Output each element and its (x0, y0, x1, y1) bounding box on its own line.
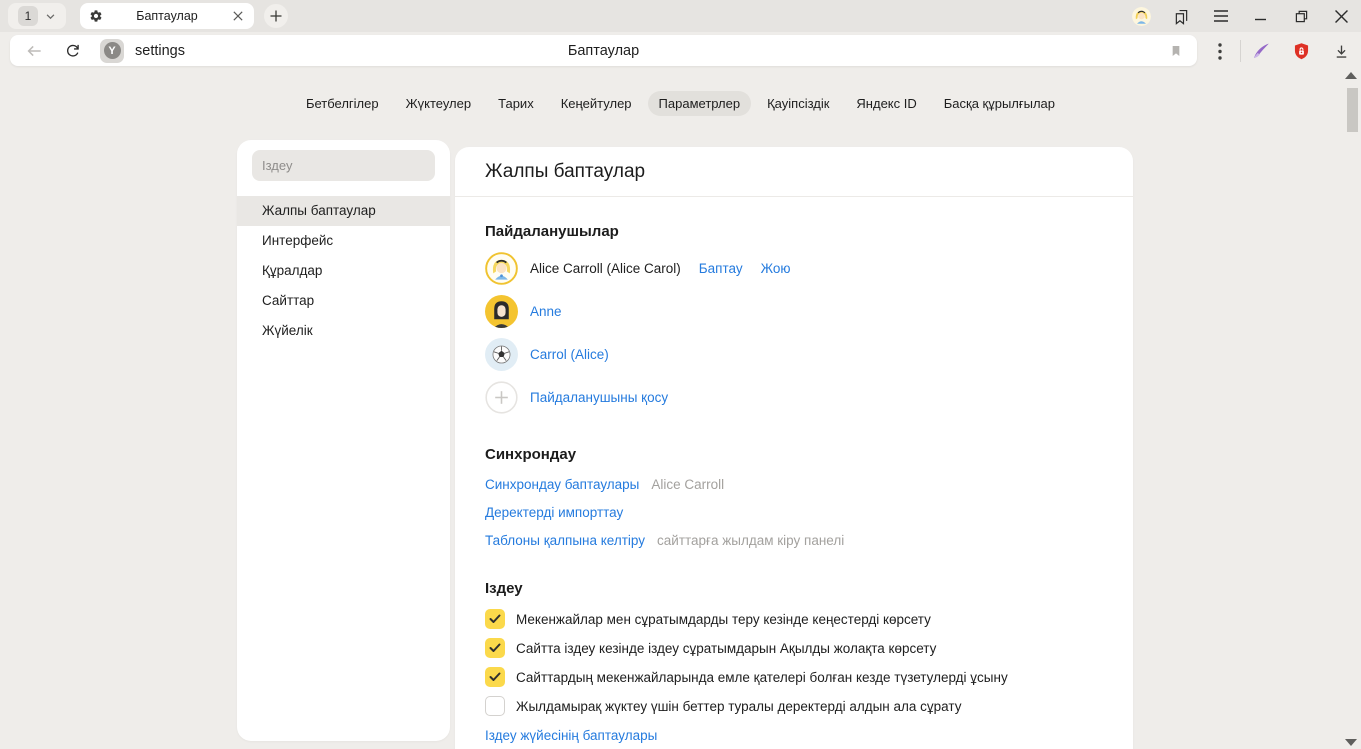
settings-sidebar: Жалпы баптауларИнтерфейсҚұралдарСайттарЖ… (237, 140, 450, 741)
restore-icon[interactable] (1281, 0, 1321, 32)
woman-avatar-icon (485, 295, 518, 328)
user-list: Alice Carroll (Alice Carol) Баптау Жою Anne… (485, 252, 1103, 414)
new-tab-button[interactable] (264, 4, 288, 28)
soccer-ball-avatar-icon (485, 338, 518, 371)
nav-tab[interactable]: Кеңейтулер (550, 91, 643, 116)
settings-page: БетбелгілерЖүктеулерТарихКеңейтулерПарам… (0, 70, 1361, 749)
more-dots-icon[interactable] (1200, 32, 1240, 70)
pen-icon[interactable] (1241, 32, 1281, 70)
chevron-down-icon (45, 11, 56, 22)
settings-content: Жалпы баптаулар Пайдаланушылар Alice Car… (455, 147, 1133, 749)
users-section-title: Пайдаланушылар (485, 223, 1103, 240)
checkbox-list: Мекенжайлар мен сұратымдарды теру кезінд… (485, 609, 1103, 716)
user-action-link[interactable]: Жою (761, 261, 791, 276)
user-name: Alice Carroll (Alice Carol) (530, 261, 681, 276)
user-name[interactable]: Пайдаланушыны қосу (530, 390, 668, 405)
profile-avatar-image (1132, 7, 1151, 26)
gear-icon (89, 9, 103, 23)
sync-row: Деректерді импорттау (485, 505, 1103, 520)
back-icon[interactable] (24, 41, 44, 61)
close-icon[interactable] (1321, 0, 1361, 32)
browser-tab[interactable]: Баптаулар (80, 3, 254, 29)
checkbox-row: Жылдамырақ жүктеу үшін беттер туралы дер… (485, 696, 1103, 716)
sidebar-item[interactable]: Сайттар (237, 286, 450, 316)
sync-link[interactable]: Таблоны қалпына келтіру (485, 533, 645, 548)
search-section-title: Іздеу (485, 580, 1103, 597)
address-bar[interactable]: Y settings Баптаулар (10, 35, 1197, 66)
nav-tab[interactable]: Жүктеулер (395, 91, 483, 116)
site-badge: Y (100, 39, 124, 63)
profile-avatar[interactable] (1121, 0, 1161, 32)
checkbox-unchecked-icon[interactable] (485, 696, 505, 716)
checkbox-label: Жылдамырақ жүктеу үшін беттер туралы дер… (516, 699, 961, 714)
search-engine-settings-link[interactable]: Іздеу жүйесінің баптаулары (485, 728, 657, 743)
sync-link[interactable]: Деректерді импорттау (485, 505, 623, 520)
checkbox-checked-icon[interactable] (485, 638, 505, 658)
nav-tab[interactable]: Параметрлер (648, 91, 752, 116)
sidebar-item[interactable]: Құралдар (237, 256, 450, 286)
collections-icon[interactable] (1161, 0, 1201, 32)
scroll-up-arrow[interactable] (1345, 72, 1357, 79)
download-icon[interactable] (1321, 32, 1361, 70)
user-row: Carrol (Alice) (485, 338, 1103, 371)
nav-tab[interactable]: Яндекс ID (845, 91, 927, 116)
search-input[interactable] (252, 150, 435, 181)
sync-row: Синхрондау баптаулары Alice Carroll (485, 477, 1103, 492)
user-row: Anne (485, 295, 1103, 328)
sidebar-item[interactable]: Интерфейс (237, 226, 450, 256)
user-name[interactable]: Carrol (Alice) (530, 347, 609, 362)
search-section: Іздеу Мекенжайлар мен сұратымдарды теру … (455, 580, 1133, 745)
user-name[interactable]: Anne (530, 304, 562, 319)
page-title: Жалпы баптаулар (455, 147, 1133, 197)
settings-nav-tabs: БетбелгілерЖүктеулерТарихКеңейтулерПарам… (0, 70, 1361, 116)
sync-section: Синхрондау Синхрондау баптаулары Alice Ca… (455, 446, 1133, 548)
sidebar-item[interactable]: Жүйелік (237, 316, 450, 346)
checkbox-label: Сайттардың мекенжайларында емле қателері… (516, 670, 1008, 685)
sync-row: Таблоны қалпына келтіру сайттарға жылдам … (485, 533, 1103, 548)
sync-note: сайттарға жылдам кіру панелі (657, 533, 844, 548)
tab-counter-button[interactable]: 1 (8, 3, 66, 29)
checkbox-row: Сайттардың мекенжайларында емле қателері… (485, 667, 1103, 687)
users-section: Пайдаланушылар Alice Carroll (Alice Caro… (455, 223, 1133, 414)
checkbox-label: Сайтта іздеу кезінде іздеу сұратымдарын … (516, 641, 936, 656)
menu-icon[interactable] (1201, 0, 1241, 32)
sync-section-title: Синхрондау (485, 446, 1103, 463)
nav-tab[interactable]: Бетбелгілер (295, 91, 390, 116)
tab-close-button[interactable] (231, 9, 245, 23)
sidebar-menu: Жалпы баптауларИнтерфейсҚұралдарСайттарЖ… (237, 196, 450, 346)
checkbox-checked-icon[interactable] (485, 667, 505, 687)
user-row: Пайдаланушыны қосу (485, 381, 1103, 414)
scroll-down-arrow[interactable] (1345, 739, 1357, 746)
user-row: Alice Carroll (Alice Carol) Баптау Жою (485, 252, 1103, 285)
scrollbar-thumb[interactable] (1347, 88, 1358, 132)
girl-avatar-icon (485, 252, 518, 285)
add-user-avatar-icon (485, 381, 518, 414)
sync-list: Синхрондау баптаулары Alice Carroll Дерект… (485, 477, 1103, 548)
nav-tab[interactable]: Қауіпсіздік (756, 91, 840, 116)
minimize-icon[interactable] (1241, 0, 1281, 32)
user-actions: Баптау Жою (699, 261, 791, 276)
reload-icon[interactable] (64, 42, 82, 60)
url-text[interactable]: settings (135, 43, 185, 59)
yandex-logo-icon: Y (104, 42, 121, 59)
sync-link[interactable]: Синхрондау баптаулары (485, 477, 639, 492)
checkbox-checked-icon[interactable] (485, 609, 505, 629)
checkbox-row: Мекенжайлар мен сұратымдарды теру кезінд… (485, 609, 1103, 629)
tab-counter-value: 1 (18, 6, 38, 26)
titlebar: 1 Баптаулар (0, 0, 1361, 32)
checkbox-row: Сайтта іздеу кезінде іздеу сұратымдарын … (485, 638, 1103, 658)
nav-tab[interactable]: Тарих (487, 91, 545, 116)
sync-note: Alice Carroll (651, 477, 724, 492)
tab-title: Баптаулар (109, 9, 225, 23)
address-bar-page-title: Баптаулар (10, 43, 1197, 59)
bookmark-flag-icon[interactable] (1168, 43, 1184, 59)
user-action-link[interactable]: Баптау (699, 261, 743, 276)
checkbox-label: Мекенжайлар мен сұратымдарды теру кезінд… (516, 612, 931, 627)
nav-tab[interactable]: Басқа құрылғылар (933, 91, 1066, 116)
toolbar: Y settings Баптаулар (0, 32, 1361, 70)
protect-shield-icon[interactable] (1281, 32, 1321, 70)
sidebar-item[interactable]: Жалпы баптаулар (237, 196, 450, 226)
